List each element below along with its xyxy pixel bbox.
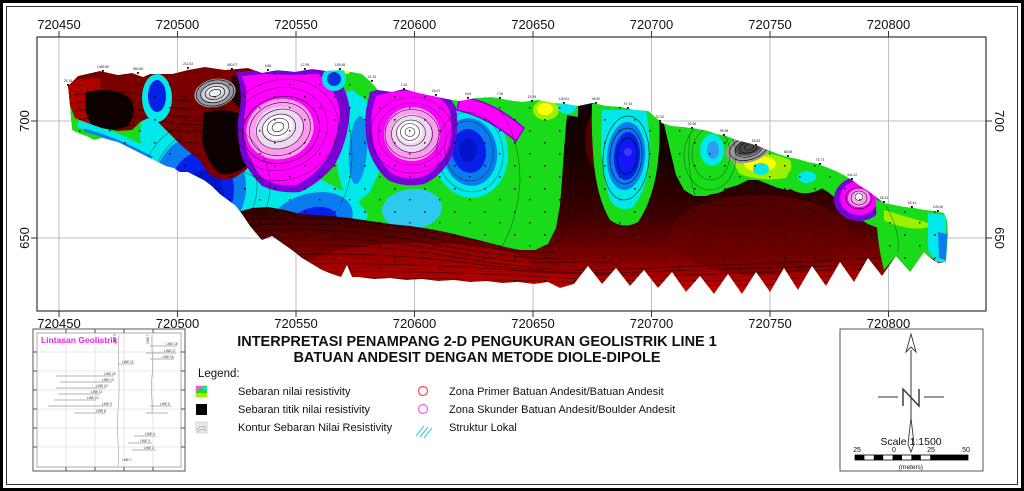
red-circle-icon — [419, 387, 428, 396]
x-tick-label: 720600 — [393, 316, 436, 331]
y-tick-label: 650 — [17, 227, 32, 249]
x-tick-label: 720600 — [393, 17, 436, 32]
surface-point-label: 12.95 — [301, 63, 310, 67]
survey-line-label: LINE 10 — [87, 396, 99, 400]
surface-point-label: 7.36 — [497, 92, 504, 96]
black-square-icon — [196, 404, 207, 415]
x-tick-label: 720650 — [511, 316, 554, 331]
legend-item-label: Struktur Lokal — [449, 422, 517, 434]
scale-bar-label: 25 — [853, 447, 861, 454]
scale-unit-label: (meters) — [899, 464, 923, 471]
survey-line-label: LINE 4 — [145, 432, 155, 436]
surface-point-label: 75.73 — [816, 158, 825, 162]
magenta-circle-icon — [419, 405, 428, 414]
legend: Legend: Sebaran nilai resistivity Sebara… — [196, 368, 675, 438]
x-axis-top: 720450 720500 720550 720600 720650 72070… — [37, 17, 910, 32]
surface-point-label: 38.60 — [592, 97, 601, 101]
figure-title-line1: INTERPRETASI PENAMPANG 2-D PENGUKURAN GE… — [237, 334, 717, 350]
x-tick-label: 720700 — [630, 17, 673, 32]
x-tick-label: 720550 — [274, 17, 317, 32]
cross-section-panel: 25.16 1069.80 950.56 211.53 450.07 5.86 … — [17, 17, 1007, 331]
surface-point-label: 53.41 — [908, 201, 917, 205]
contour-swatch-icon — [196, 422, 207, 433]
y-tick-label: 700 — [992, 110, 1007, 132]
scale-panel: Scale 1:1500 25 0 25 50 (meters) — [840, 329, 983, 471]
surface-point-label: 109.48 — [335, 63, 345, 67]
hatch-icon — [416, 426, 432, 438]
geolistrik-figure: 25.16 1069.80 950.56 211.53 450.07 5.86 … — [0, 0, 1024, 491]
y-axis-right: 700 650 — [992, 110, 1007, 249]
x-tick-label: 720450 — [37, 17, 80, 32]
scale-bar-label: 0 — [892, 447, 896, 454]
surface-point-label: 950.56 — [133, 67, 143, 71]
surface-point-label: 33.56 — [688, 122, 697, 126]
x-tick-label: 720750 — [748, 17, 791, 32]
surface-point-label: 211.53 — [183, 62, 193, 66]
surface-point-label: 1069.80 — [97, 65, 109, 69]
x-tick-label: 720650 — [511, 17, 554, 32]
surface-point-label: 100.61 — [559, 97, 569, 101]
survey-line-label: LINE 7 — [146, 334, 150, 344]
datapoint-dots — [60, 60, 960, 305]
legend-heading: Legend: — [198, 368, 240, 380]
surface-point-label: 43.67 — [432, 89, 441, 93]
surface-point-label: 99.98 — [720, 129, 729, 133]
title-block: INTERPRETASI PENAMPANG 2-D PENGUKURAN GE… — [237, 334, 717, 366]
figure-title-line2: BATUAN ANDESIT DENGAN METODE DIOLE-DIPOL… — [293, 350, 660, 366]
survey-line-label: LINE 6 — [160, 402, 170, 406]
survey-line-label: LINE 1 — [122, 458, 132, 462]
scale-bar — [855, 455, 968, 460]
survey-line-label: LINE 9 — [102, 402, 112, 406]
x-tick-label: 720500 — [156, 17, 199, 32]
resistivity-section — [60, 60, 960, 305]
x-tick-label: 720550 — [274, 316, 317, 331]
survey-line-label: LINE 14 — [122, 360, 134, 364]
survey-line-label: LINE 5 — [113, 334, 117, 344]
survey-line-label: LINE 2 — [144, 446, 154, 450]
y-tick-label: 650 — [992, 227, 1007, 249]
inset-map-title: Lintasan Geolistrik — [41, 335, 118, 345]
figure-canvas: 25.16 1069.80 950.56 211.53 450.07 5.86 … — [0, 0, 1024, 491]
x-tick-label: 720800 — [867, 17, 910, 32]
surface-point-label: 41.32 — [368, 75, 377, 79]
survey-line-label: LINE 16 — [162, 355, 174, 359]
surface-point-label: 5.86 — [265, 64, 272, 68]
legend-item-label: Sebaran titik nilai resistivity — [238, 404, 371, 416]
surface-point-label: 68.68 — [784, 150, 793, 154]
surface-point-label: 105.46 — [933, 205, 943, 209]
legend-item-label: Sebaran nilai resistivity — [238, 386, 351, 398]
surface-point-label: 25.16 — [64, 79, 73, 83]
surface-point-label: 444.12 — [847, 173, 857, 177]
survey-line-label: LINE 3 — [140, 439, 150, 443]
surface-point-label: 9.64 — [465, 92, 472, 96]
survey-line-label: LINE 18 — [166, 342, 178, 346]
scale-bar-label: 25 — [927, 447, 935, 454]
scale-bar-label: 50 — [962, 447, 970, 454]
x-tick-label: 720700 — [630, 316, 673, 331]
survey-line-label: LINE 17 — [164, 349, 176, 353]
resistivity-colormap-icon — [196, 386, 207, 397]
surface-point-label: 450.07 — [227, 63, 237, 67]
survey-line-label: LINE 13 — [102, 378, 114, 382]
y-tick-label: 700 — [17, 110, 32, 132]
survey-line-label: LINE 11 — [91, 390, 103, 394]
surface-point-label: 15.94 — [528, 95, 537, 99]
inset-map: Lintasan Geolistrik LINE 18 LINE 17 LINE… — [33, 329, 185, 471]
surface-point-label: 37.62 — [656, 115, 665, 119]
legend-item-label: Kontur Sebaran Nilai Resistivity — [238, 422, 393, 434]
legend-item-label: Zona Skunder Batuan Andesit/Boulder Ande… — [449, 404, 675, 416]
surface-point-label: 28.31 — [880, 196, 889, 200]
surface-point-label: 97.44 — [624, 102, 633, 106]
x-tick-label: 720750 — [748, 316, 791, 331]
survey-line-label: LINE 8 — [96, 409, 106, 413]
surface-point-label: 2.15 — [401, 83, 408, 87]
legend-item-label: Zona Primer Batuan Andesit/Batuan Andesi… — [449, 386, 664, 398]
surface-point-label: 53.52 — [752, 139, 761, 143]
y-axis-left: 700 650 — [17, 110, 32, 249]
survey-line-label: LINE 12 — [96, 384, 108, 388]
survey-line-label: LINE 15 — [104, 372, 116, 376]
